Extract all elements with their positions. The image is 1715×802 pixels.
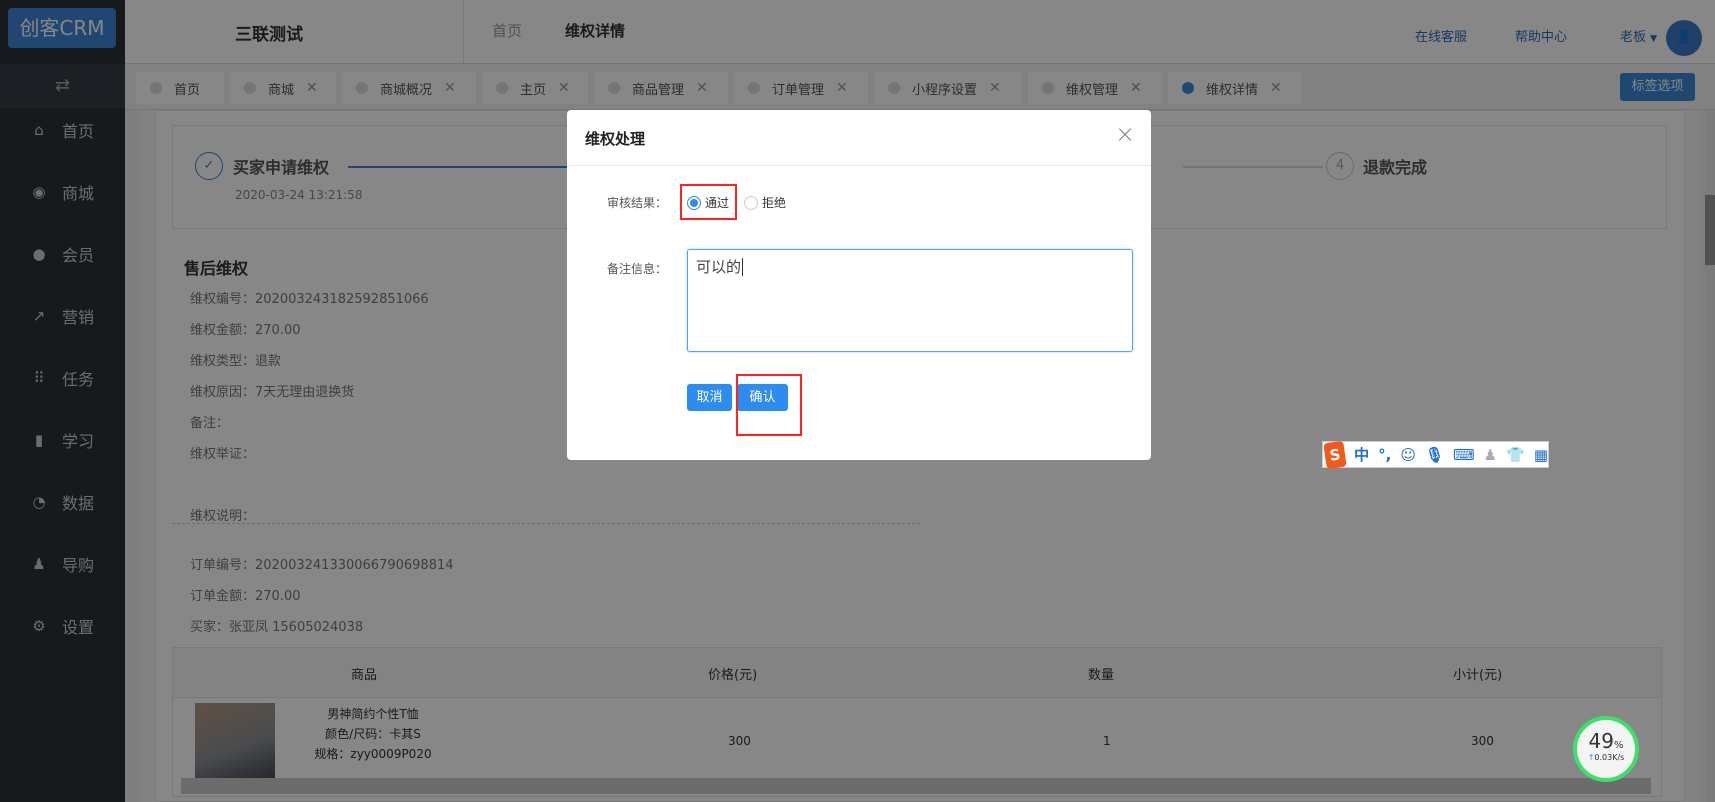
- dialog-title: 维权处理: [585, 130, 646, 148]
- sogou-logo-icon[interactable]: S: [1323, 440, 1347, 469]
- result-label: 审核结果：: [606, 196, 667, 210]
- network-widget[interactable]: 49% ↑0.03K/s: [1573, 716, 1639, 782]
- dispute-dialog: 维权处理 × 审核结果： 通过 拒绝 备注信息： 可以的 取消 确认: [567, 110, 1151, 460]
- microphone-icon[interactable]: 🎙: [1425, 446, 1444, 464]
- ime-punct-toggle[interactable]: °,: [1378, 446, 1391, 464]
- radio-pass-label: 通过: [705, 196, 730, 210]
- ime-chinese-toggle[interactable]: 中: [1354, 444, 1369, 465]
- radio-reject[interactable]: 拒绝: [744, 194, 786, 211]
- remark-textarea[interactable]: 可以的: [687, 249, 1133, 352]
- cancel-button[interactable]: 取消: [687, 384, 732, 411]
- highlight-box: [736, 374, 802, 436]
- ime-toolbar: S 中 °, ☺ 🎙 ⌨ ♟ 👕 ▦: [1322, 440, 1549, 469]
- net-speed: 0.03K/s: [1594, 753, 1625, 762]
- remark-value: 可以的: [696, 258, 742, 276]
- user-icon[interactable]: ♟: [1484, 446, 1497, 464]
- grid-icon[interactable]: ▦: [1534, 446, 1548, 464]
- radio-pass[interactable]: 通过: [687, 194, 729, 211]
- skin-icon[interactable]: 👕: [1506, 446, 1525, 464]
- radio-reject-label: 拒绝: [762, 196, 787, 210]
- keyboard-icon[interactable]: ⌨: [1453, 446, 1475, 464]
- close-icon[interactable]: ×: [1115, 120, 1135, 148]
- emoji-icon[interactable]: ☺: [1400, 446, 1416, 464]
- remark-label: 备注信息：: [606, 262, 667, 276]
- radio-unchecked-icon: [744, 195, 758, 210]
- cpu-percent: 49: [1588, 729, 1614, 753]
- percent-unit: %: [1613, 740, 1624, 751]
- radio-checked-icon: [687, 195, 701, 210]
